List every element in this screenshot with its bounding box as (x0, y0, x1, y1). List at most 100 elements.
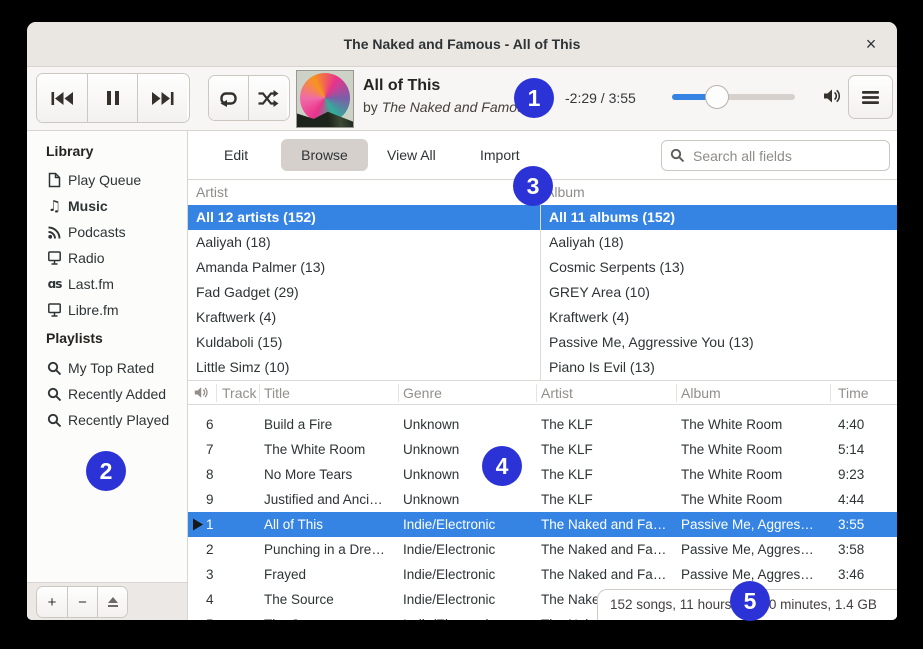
toolbar: All of This by The Naked and Famous -2:2… (27, 67, 897, 131)
sidebar-item-label: Podcasts (68, 224, 126, 240)
column-separator (259, 384, 260, 402)
track-row[interactable]: 3FrayedIndie/ElectronicThe Naked and Fa…… (188, 562, 897, 587)
artist-row[interactable]: Fad Gadget (29) (188, 280, 540, 305)
tab-edit[interactable]: Edit (214, 139, 258, 171)
column-separator (536, 384, 537, 402)
album-row[interactable]: Aaliyah (18) (541, 230, 897, 255)
tab-browse[interactable]: Browse (281, 139, 368, 171)
album-row[interactable]: Kraftwerk (4) (541, 305, 897, 330)
eject-icon (106, 595, 120, 609)
annotation-circle-2: 2 (86, 451, 126, 491)
seek-knob[interactable] (705, 85, 729, 109)
album-row[interactable]: Cosmic Serpents (13) (541, 255, 897, 280)
eject-button[interactable] (97, 587, 127, 617)
annotation-circle-4: 4 (482, 446, 522, 486)
search-box[interactable] (661, 140, 890, 171)
artist-row[interactable]: All 12 artists (152) (188, 205, 540, 230)
annotation-circle-3: 3 (513, 166, 553, 206)
artist-browser-list: All 12 artists (152) Aaliyah (18) Amanda… (188, 205, 540, 380)
column-separator (830, 384, 831, 402)
column-header-genre[interactable]: Genre (403, 381, 442, 405)
remove-button[interactable]: − (67, 587, 97, 617)
sidebar-item-lastfm[interactable]: ɑs Last.fm (46, 272, 114, 296)
sidebar-item-music[interactable]: ♫ Music (46, 194, 108, 218)
hamburger-menu-icon (861, 90, 880, 105)
column-separator (676, 384, 677, 402)
search-icon (670, 148, 685, 163)
playlists-header: Playlists (46, 326, 103, 350)
track-table: 6Build a FireUnknownThe KLFThe White Roo… (188, 405, 897, 620)
artist-row[interactable]: Kraftwerk (4) (188, 305, 540, 330)
volume-button[interactable] (823, 87, 847, 109)
column-separator (398, 384, 399, 402)
previous-icon (50, 90, 75, 107)
add-button[interactable]: + (37, 587, 67, 617)
track-row-playing[interactable]: 1All of ThisIndie/ElectronicThe Naked an… (188, 512, 897, 537)
pause-button[interactable] (87, 74, 137, 122)
desktop-background: The Naked and Famous - All of This × (0, 0, 923, 649)
previous-button[interactable] (37, 74, 87, 122)
sidebar-item-play-queue[interactable]: Play Queue (46, 168, 141, 192)
repeat-button[interactable] (209, 76, 248, 120)
playlist-toolbar: + − (27, 582, 188, 620)
library-header: Library (46, 139, 93, 163)
volume-icon (823, 87, 847, 105)
sidebar-item-podcasts[interactable]: Podcasts (46, 220, 126, 244)
column-header-time[interactable]: Time (838, 381, 869, 405)
artist-row[interactable]: Amanda Palmer (13) (188, 255, 540, 280)
now-playing-artist: The Naked and Famous (382, 99, 532, 115)
artist-row[interactable]: Kuldaboli (15) (188, 330, 540, 355)
column-header-title[interactable]: Title (264, 381, 290, 405)
artist-column-header[interactable]: Artist (196, 180, 228, 205)
track-row[interactable]: 9Justified and Anci…UnknownThe KLFThe Wh… (188, 487, 897, 512)
sidebar-item-recently-played[interactable]: Recently Played (46, 408, 169, 432)
rhythmbox-window: The Naked and Famous - All of This × (27, 22, 897, 620)
now-playing-triangle-icon (192, 518, 206, 531)
sidebar-item-label: Music (68, 198, 108, 214)
track-table-header: Track Title Genre Artist Album Time (188, 380, 897, 405)
sidebar-item-my-top-rated[interactable]: My Top Rated (46, 356, 154, 380)
playing-column-speaker-icon (194, 385, 210, 400)
sidebar-item-label: Play Queue (68, 172, 141, 188)
sidebar-item-radio[interactable]: Radio (46, 246, 105, 270)
seek-slider[interactable] (672, 94, 795, 100)
time-display: -2:29 / 3:55 (565, 90, 636, 106)
artist-row[interactable]: Aaliyah (18) (188, 230, 540, 255)
sidebar-item-label: Recently Played (68, 412, 169, 428)
close-button[interactable]: × (857, 30, 885, 58)
album-browser-list: All 11 albums (152) Aaliyah (18) Cosmic … (540, 205, 897, 380)
track-row[interactable]: 7The White RoomUnknownThe KLFThe White R… (188, 437, 897, 462)
album-row[interactable]: GREY Area (10) (541, 280, 897, 305)
album-row[interactable]: Piano Is Evil (13) (541, 355, 897, 380)
track-row[interactable]: 8No More TearsUnknownThe KLFThe White Ro… (188, 462, 897, 487)
magnifier-icon (46, 360, 63, 377)
transport-controls (36, 73, 190, 123)
next-button[interactable] (137, 74, 187, 122)
sidebar-item-recently-added[interactable]: Recently Added (46, 382, 166, 406)
track-row[interactable]: 2Punching in a Dre…Indie/ElectronicThe N… (188, 537, 897, 562)
music-note-icon: ♫ (46, 198, 63, 215)
sidebar-item-librefm[interactable]: Libre.fm (46, 298, 119, 322)
column-header-track[interactable]: Track (222, 381, 256, 405)
playlist-buttons: + − (36, 586, 128, 618)
now-playing-byline: by The Naked and Famous (363, 99, 532, 115)
column-header-artist[interactable]: Artist (541, 381, 573, 405)
shuffle-button[interactable] (248, 76, 287, 120)
sidebar-item-label: Libre.fm (68, 302, 119, 318)
radio-icon (46, 250, 63, 267)
titlebar[interactable]: The Naked and Famous - All of This × (27, 22, 897, 67)
album-art (296, 70, 354, 128)
annotation-circle-5: 5 (730, 581, 770, 621)
tab-import[interactable]: Import (470, 139, 530, 171)
track-row[interactable]: 6Build a FireUnknownThe KLFThe White Roo… (188, 412, 897, 437)
sidebar: Library Play Queue ♫ Music Podcasts Radi… (27, 131, 188, 582)
column-header-album[interactable]: Album (681, 381, 721, 405)
search-input[interactable] (691, 147, 881, 165)
tab-view-all[interactable]: View All (377, 139, 446, 171)
artist-row[interactable]: Little Simz (10) (188, 355, 540, 380)
album-row[interactable]: All 11 albums (152) (541, 205, 897, 230)
app-menu-button[interactable] (848, 75, 893, 119)
sidebar-item-label: My Top Rated (68, 360, 154, 376)
album-row[interactable]: Passive Me, Aggressive You (13) (541, 330, 897, 355)
radio-icon (46, 302, 63, 319)
